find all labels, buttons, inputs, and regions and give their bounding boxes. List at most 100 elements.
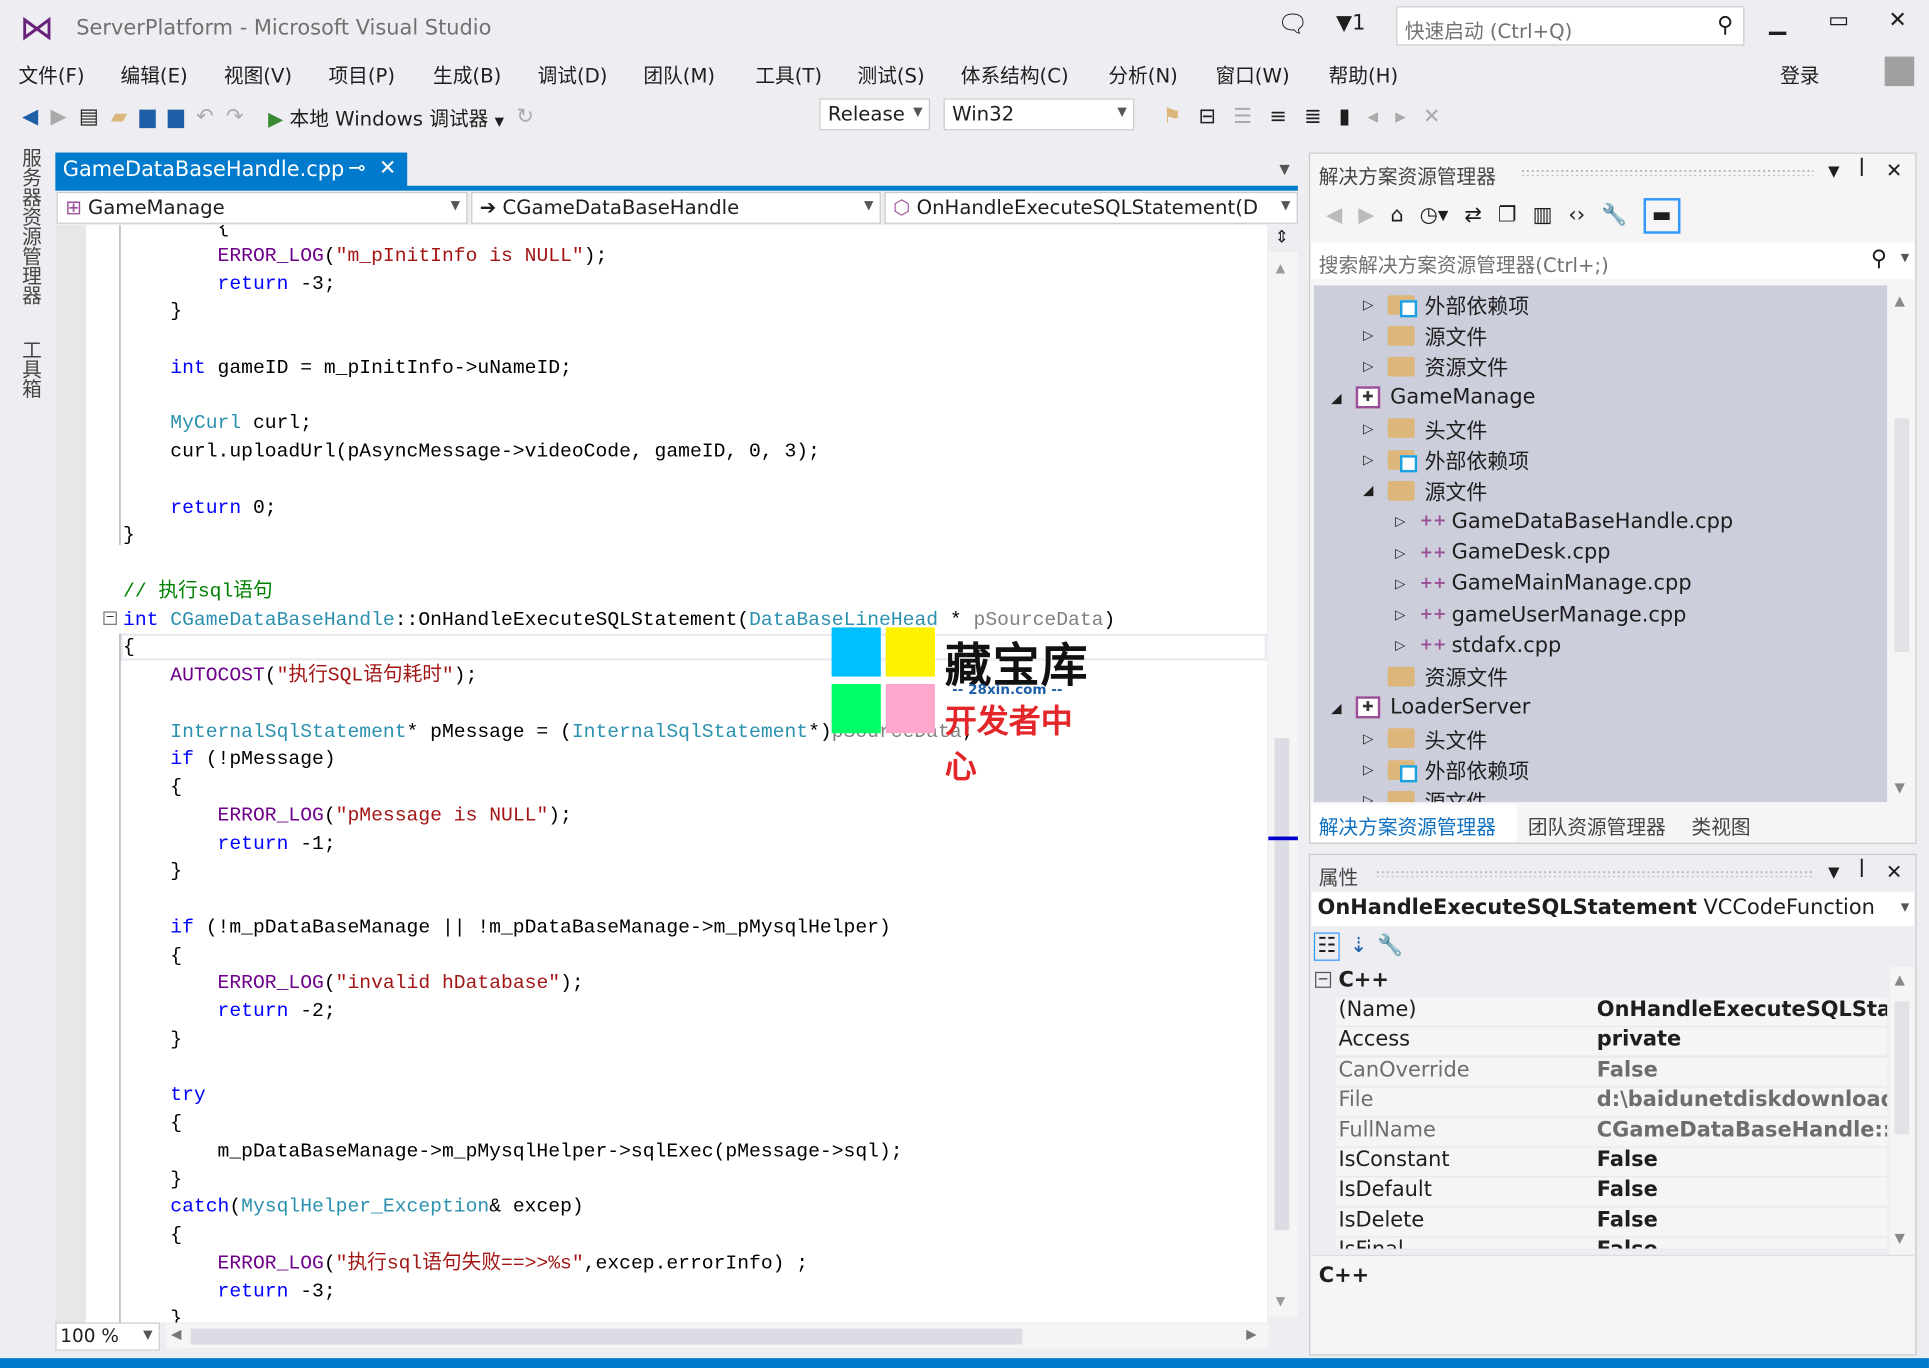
menu-item[interactable]: 团队(M) [643,59,715,89]
panel-pin-icon[interactable]: ꟾ [1859,859,1865,882]
close-button[interactable]: ✕ [1888,7,1907,33]
properties-icon[interactable]: 🔧 [1601,204,1627,226]
property-value[interactable]: False [1597,1148,1887,1176]
undo-icon[interactable]: ↶ [196,106,214,127]
member-nav-select[interactable]: ⬡ OnHandleExecuteSQLStatement(D ▼ [884,191,1298,224]
property-value[interactable]: CGameDataBaseHandle::Or [1597,1118,1887,1146]
h-scroll-thumb[interactable] [190,1328,1023,1345]
horizontal-scrollbar[interactable]: ◀ ▶ [166,1323,1269,1349]
tree-item[interactable]: ◢ 源文件 [1363,475,1487,506]
feedback-icon[interactable]: 🗨 [1277,11,1308,36]
tab-gamedatabasehandle[interactable]: GameDataBaseHandle.cpp ⊸ ✕ [55,152,408,187]
collapsed-arrow-icon[interactable]: ▷ [1395,513,1420,529]
tab-solution-explorer[interactable]: 解决方案资源管理器 [1311,804,1517,842]
property-row[interactable]: (Name) OnHandleExecuteSQLState [1335,997,1888,1028]
scroll-down-icon[interactable]: ▼ [1895,780,1905,796]
menu-item[interactable]: 项目(P) [328,59,395,89]
collapsed-arrow-icon[interactable]: ▷ [1363,761,1388,777]
open-file-icon[interactable]: ▰ [111,106,127,127]
minimize-button[interactable]: ▁ [1769,10,1786,36]
tab-overflow-icon[interactable]: ▼ [1279,161,1289,177]
collapsed-arrow-icon[interactable]: ▷ [1363,296,1388,312]
sync-icon[interactable]: ⇄ [1464,204,1482,226]
new-project-icon[interactable]: ▤ [79,106,99,127]
panel-menu-icon[interactable]: ▼ [1828,864,1839,881]
vertical-scrollbar[interactable]: ▲ ▼ [1268,252,1298,1317]
collapsed-arrow-icon[interactable]: ▷ [1395,637,1420,653]
menu-item[interactable]: 帮助(H) [1329,59,1399,89]
side-tab-server-explorer[interactable]: 服务器资源管理器 [15,148,45,305]
property-value[interactable]: False [1597,1238,1887,1249]
comment-icon[interactable]: ≡ [1269,106,1287,127]
forward-icon[interactable]: ▶ [1358,204,1374,226]
panel-menu-icon[interactable]: ▼ [1828,162,1839,179]
property-row[interactable]: IsDelete False [1335,1207,1888,1238]
side-tab-toolbox[interactable]: 工具箱 [15,340,45,399]
project-nav-select[interactable]: ⊞ GameManage ▼ [56,191,468,224]
panel-close-icon[interactable]: ✕ [1886,159,1902,182]
menu-item[interactable]: 视图(V) [224,59,292,89]
tree-item[interactable]: ▷ ++ GameMainManage.cpp [1395,568,1692,599]
menu-item[interactable]: 生成(B) [433,59,501,89]
tree-item[interactable]: ▷ 外部依赖项 [1363,444,1529,475]
tree-item[interactable]: ▷ ++ stdafx.cpp [1395,630,1561,661]
split-icon[interactable]: ⇕ [1274,228,1288,248]
pending-changes-icon[interactable]: ◷▾ [1420,204,1449,226]
property-row[interactable]: File d:\baidunetdiskdownload\ [1335,1087,1888,1118]
object-select[interactable]: OnHandleExecuteSQLStatement VCCodeFuncti… [1311,891,1915,927]
collapsed-arrow-icon[interactable]: ▷ [1363,358,1388,374]
tree-item[interactable]: ▷ ++ gameUserManage.cpp [1395,599,1686,630]
collapse-all-icon[interactable]: ❐ [1498,204,1517,226]
bookmark-icon[interactable]: ▮ [1339,106,1351,127]
scroll-down-icon[interactable]: ▼ [1276,1295,1285,1309]
tree-scrollbar[interactable]: ▲ ▼ [1889,285,1915,803]
collapsed-arrow-icon[interactable]: ▷ [1395,544,1420,560]
clear-bookmarks-icon[interactable]: ✕ [1423,106,1441,127]
back-icon[interactable]: ◀ [1326,204,1342,226]
sign-in-link[interactable]: 登录 [1780,59,1819,89]
scroll-thumb[interactable] [1274,738,1290,1231]
class-nav-select[interactable]: ➔ CGameDataBaseHandle ▼ [471,191,881,224]
property-row[interactable]: FullName CGameDataBaseHandle::Or [1335,1117,1888,1148]
property-pages-icon[interactable]: 🔧 [1377,935,1403,957]
indent-icon[interactable]: ☰ [1233,106,1252,127]
tab-close-icon[interactable]: ✕ [379,156,397,181]
scroll-up-icon[interactable]: ▲ [1276,262,1285,276]
tree-item[interactable]: ▷ 头文件 [1363,413,1487,444]
find-in-files-icon[interactable]: ⚑ [1163,106,1182,127]
tree-item[interactable]: ▷ 源文件 [1363,785,1487,803]
menu-item[interactable]: 分析(N) [1108,59,1177,89]
save-icon[interactable]: ▆ [139,106,155,127]
maximize-button[interactable]: ▭ [1828,7,1849,33]
collapsed-arrow-icon[interactable]: ▷ [1363,730,1388,746]
tree-item[interactable]: ▷ ++ GameDesk.cpp [1395,537,1611,568]
alphabetical-icon[interactable]: ⇣ [1350,935,1368,957]
tree-scroll-thumb[interactable] [1894,418,1910,653]
home-icon[interactable]: ⌂ [1390,204,1403,226]
back-icon[interactable]: ◀ [22,106,38,127]
tree-item[interactable]: ◢ ✚ LoaderServer [1331,692,1530,723]
pin-icon[interactable]: ⊸ [348,156,366,181]
collapsed-arrow-icon[interactable]: ▷ [1363,451,1388,467]
property-row[interactable]: IsFinal False [1335,1237,1888,1251]
refresh-icon[interactable]: ↻ [516,106,534,127]
menu-item[interactable]: 体系结构(C) [961,59,1069,89]
tree-item[interactable]: ◢ ✚ GameManage [1331,382,1535,413]
category-collapse-icon[interactable]: − [1315,971,1332,988]
save-all-icon[interactable]: ▆ [168,106,184,127]
props-scrollbar[interactable]: ▲ ▼ [1889,966,1915,1255]
menu-item[interactable]: 测试(S) [857,59,924,89]
quick-launch-input[interactable]: 快速启动 (Ctrl+Q) ⚲ [1396,6,1745,46]
tree-item[interactable]: ▷ 头文件 [1363,723,1487,754]
property-value[interactable]: d:\baidunetdiskdownload\ [1597,1088,1887,1116]
scroll-right-icon[interactable]: ▶ [1246,1326,1256,1342]
property-value[interactable]: False [1597,1208,1887,1236]
tree-item[interactable]: 资源文件 [1363,661,1508,692]
prev-bookmark-icon[interactable]: ◂ [1368,106,1379,127]
tree-item[interactable]: ▷ ++ GameDataBaseHandle.cpp [1395,506,1733,537]
configuration-select[interactable]: Release ▼ [819,98,931,131]
props-scroll-thumb[interactable] [1894,1001,1910,1135]
expanded-arrow-icon[interactable]: ◢ [1331,389,1356,405]
forward-icon[interactable]: ▶ [51,106,67,127]
scroll-down-icon[interactable]: ▼ [1895,1230,1905,1246]
